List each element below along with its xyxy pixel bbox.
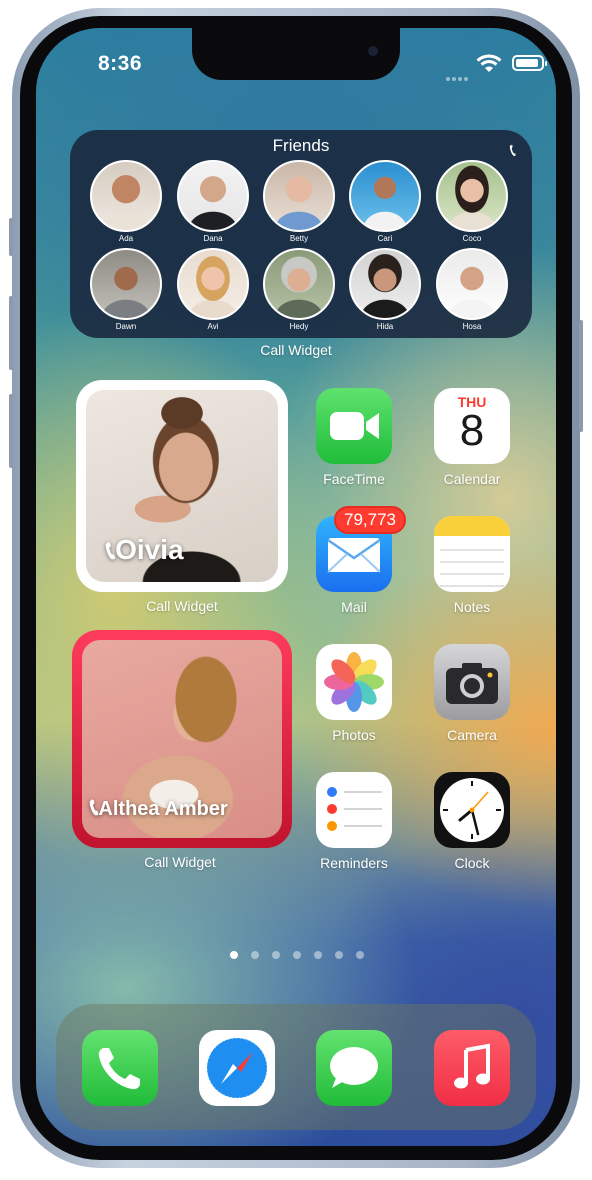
mail-label: Mail — [341, 599, 367, 615]
reminders-label: Reminders — [320, 855, 388, 871]
notes-icon — [434, 516, 510, 587]
phone-handset-icon: 📞︎ — [106, 535, 116, 565]
music-app[interactable] — [434, 1030, 510, 1106]
page-dot-active — [230, 951, 238, 959]
phone-app[interactable] — [82, 1030, 158, 1106]
safari-icon — [206, 1037, 268, 1099]
avatar — [436, 248, 508, 320]
reminders-icon — [327, 787, 382, 831]
calendar-app[interactable]: THU 8 — [434, 388, 510, 464]
friend-cari[interactable]: Cari — [347, 160, 423, 243]
friends-widget-title: Friends — [272, 136, 330, 155]
photos-flower-icon — [324, 652, 384, 712]
contact-name: 📞︎Althea Amber — [90, 794, 228, 822]
facetime-app[interactable] — [316, 388, 392, 464]
page-dot — [314, 951, 322, 959]
friend-name: Hida — [376, 322, 394, 331]
messages-app[interactable] — [316, 1030, 392, 1106]
avatar — [349, 160, 421, 232]
friend-dawn[interactable]: Dawn — [88, 248, 164, 331]
friend-name: Ada — [118, 234, 134, 243]
clock-label: Clock — [454, 855, 490, 871]
notes-app[interactable] — [434, 516, 510, 592]
front-camera — [368, 46, 378, 56]
friend-name: Cari — [377, 234, 393, 243]
friends-widget[interactable]: Friends 📞︎ Ada Dana Betty Cari Coco Dawn — [70, 130, 532, 338]
friend-name: Hosa — [462, 322, 482, 331]
avatar — [263, 248, 335, 320]
friend-name: Coco — [462, 234, 482, 243]
camera-app[interactable] — [434, 644, 510, 720]
page-dot — [272, 951, 280, 959]
phone-handset-icon: 📞︎ — [509, 140, 516, 160]
notes-label: Notes — [453, 599, 491, 615]
olivia-widget-caption: Call Widget — [146, 598, 218, 614]
clock-icon — [440, 778, 504, 842]
volume-up-button — [9, 296, 13, 370]
friend-name: Avi — [207, 322, 219, 331]
video-camera-icon — [330, 412, 379, 440]
camera-label: Camera — [447, 727, 497, 743]
music-icon — [454, 1043, 490, 1089]
notch — [192, 28, 400, 80]
avatar — [177, 248, 249, 320]
friend-coco[interactable]: Coco — [434, 160, 510, 243]
contact-name-text: Althea Amber — [98, 798, 228, 820]
clock-app[interactable] — [434, 772, 510, 848]
call-widget-althea[interactable]: 📞︎Althea Amber — [72, 630, 292, 848]
avatar — [177, 160, 249, 232]
messages-icon — [330, 1047, 378, 1088]
avatar — [436, 160, 508, 232]
page-indicator[interactable] — [230, 946, 377, 964]
call-widget-olivia[interactable]: 📞︎Oivia — [76, 380, 288, 592]
photos-app[interactable] — [316, 644, 392, 720]
status-time: 8:36 — [98, 52, 143, 75]
avatar — [263, 160, 335, 232]
althea-widget-caption: Call Widget — [144, 854, 216, 870]
contact-name-text: Oivia — [115, 534, 184, 565]
friend-avi[interactable]: Avi — [175, 248, 251, 331]
volume-down-button — [9, 394, 13, 468]
page-dot — [356, 951, 364, 959]
home-screen: 8:36 Friends 📞︎ Ada Dana Betty Cari Coco — [36, 28, 556, 1146]
avatar — [90, 160, 162, 232]
phone-icon — [98, 1048, 140, 1090]
contact-name: 📞︎Oivia — [106, 534, 184, 567]
avatar — [349, 248, 421, 320]
page-dot — [335, 951, 343, 959]
mail-badge: 79,773 — [334, 506, 406, 534]
battery-icon — [512, 55, 547, 71]
friend-hida[interactable]: Hida — [347, 248, 423, 331]
page-dot — [293, 951, 301, 959]
safari-app[interactable] — [199, 1030, 275, 1106]
friends-widget-caption: Call Widget — [260, 342, 332, 358]
signal-dots — [446, 68, 470, 81]
friend-name: Dawn — [115, 322, 137, 331]
power-button — [579, 320, 583, 432]
friend-name: Hedy — [289, 322, 309, 331]
wifi-icon — [476, 54, 502, 72]
calendar-date: 8 — [459, 406, 485, 455]
friend-betty[interactable]: Betty — [261, 160, 337, 243]
calendar-label: Calendar — [443, 471, 501, 487]
friend-hedy[interactable]: Hedy — [261, 248, 337, 331]
friend-name: Betty — [289, 234, 309, 243]
friend-dana[interactable]: Dana — [175, 160, 251, 243]
camera-icon — [446, 663, 498, 704]
photos-label: Photos — [332, 727, 376, 743]
facetime-label: FaceTime — [323, 471, 385, 487]
dock — [56, 1004, 536, 1130]
silent-switch — [9, 218, 13, 256]
avatar — [90, 248, 162, 320]
page-dot — [251, 951, 259, 959]
friend-ada[interactable]: Ada — [88, 160, 164, 243]
reminders-app[interactable] — [316, 772, 392, 848]
friend-hosa[interactable]: Hosa — [434, 248, 510, 331]
friend-name: Dana — [203, 234, 223, 243]
